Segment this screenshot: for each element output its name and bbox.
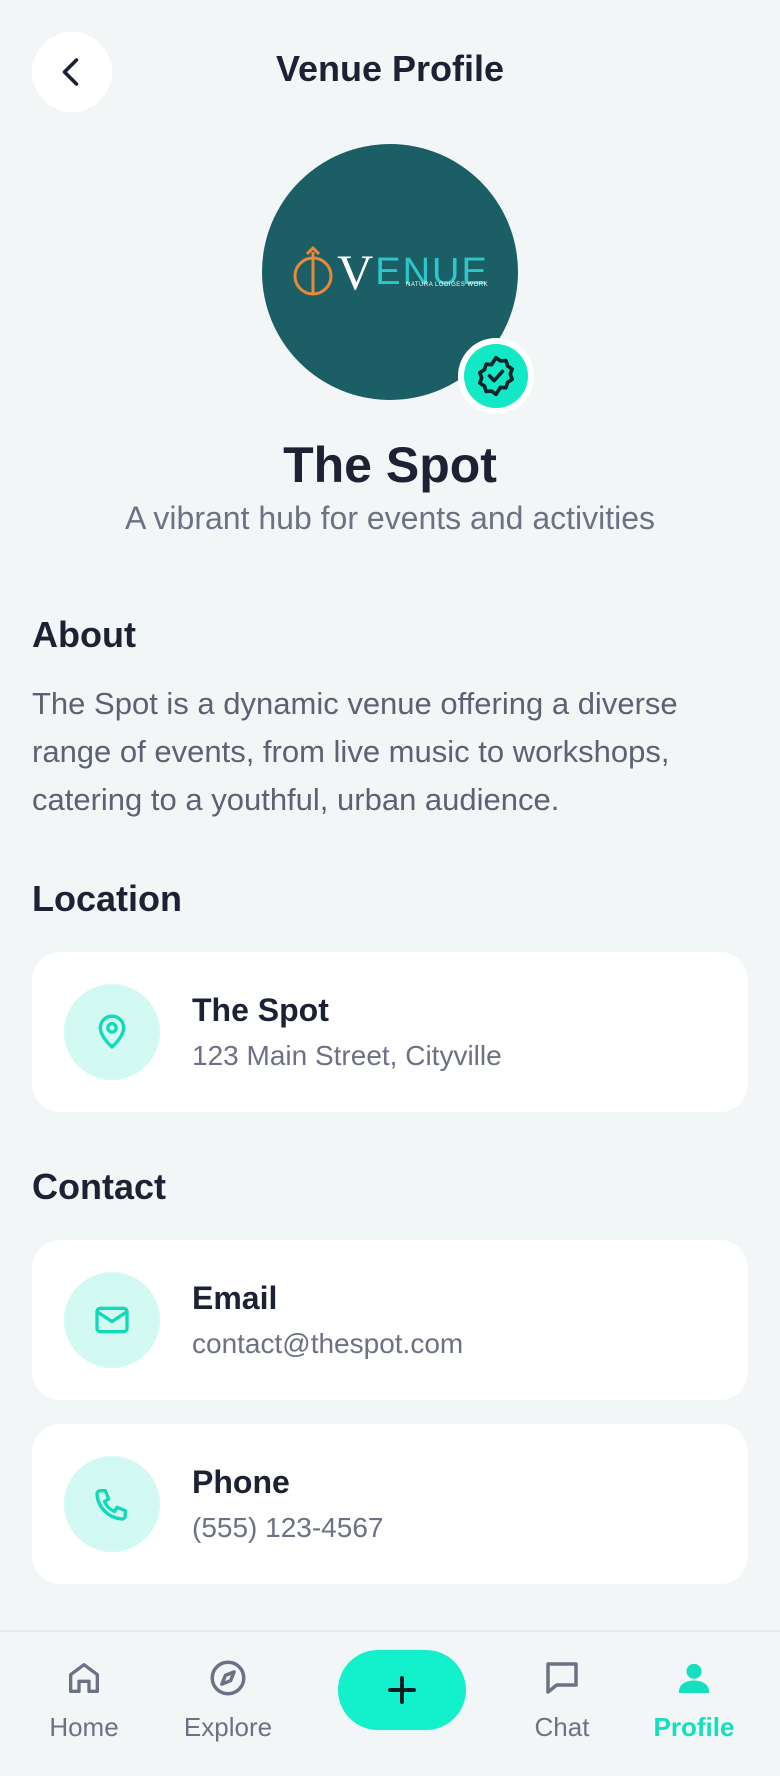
add-button[interactable] — [338, 1650, 466, 1730]
location-card[interactable]: The Spot 123 Main Street, Cityville — [32, 952, 748, 1112]
phone-card[interactable]: Phone (555) 123-4567 — [32, 1424, 748, 1584]
location-icon-circle — [64, 984, 160, 1080]
logo-letter-v: V — [337, 244, 374, 300]
nav-item-explore[interactable]: Explore — [158, 1648, 298, 1758]
mail-icon — [95, 1306, 129, 1334]
location-address: 123 Main Street, Cityville — [192, 1040, 502, 1071]
location-heading: Location — [32, 878, 182, 919]
contact-heading: Contact — [32, 1166, 166, 1207]
location-name: The Spot — [192, 992, 329, 1028]
email-label: Email — [192, 1280, 278, 1316]
pen-nib-icon — [293, 246, 333, 296]
nav-label-chat: Chat — [534, 1712, 590, 1742]
user-icon — [679, 1663, 709, 1693]
phone-value[interactable]: (555) 123-4567 — [192, 1512, 383, 1544]
venue-name: The Spot — [283, 437, 497, 493]
phone-label: Phone — [192, 1464, 290, 1500]
page-title: Venue Profile — [275, 48, 505, 89]
logo-subtext: NATURA LODIGES WORK — [406, 282, 489, 288]
bottom-nav: Home Explore Chat Profile — [0, 1630, 780, 1776]
phone-icon-circle — [64, 1456, 160, 1552]
verified-badge-icon — [478, 355, 514, 397]
email-icon-circle — [64, 1272, 160, 1368]
home-icon — [69, 1663, 100, 1693]
nav-item-home[interactable]: Home — [14, 1648, 154, 1758]
venue-avatar-wrapper: V ENUE NATURA LODIGES WORK — [262, 144, 534, 414]
plus-icon — [388, 1676, 416, 1704]
about-text: The Spot is a dynamic venue offering a d… — [32, 686, 678, 817]
email-value[interactable]: contact@thespot.com — [192, 1328, 463, 1360]
about-heading: About — [32, 614, 136, 655]
nav-item-chat[interactable]: Chat — [492, 1648, 632, 1758]
map-pin-icon — [98, 1014, 126, 1049]
phone-icon — [95, 1489, 128, 1521]
email-card[interactable]: Email contact@thespot.com — [32, 1240, 748, 1400]
nav-label-explore: Explore — [183, 1712, 273, 1742]
venue-logo-mark: V ENUE — [291, 243, 489, 301]
chat-icon — [546, 1662, 578, 1694]
verified-badge — [458, 338, 534, 414]
header: Venue Profile — [0, 0, 780, 150]
nav-item-profile[interactable]: Profile — [624, 1648, 764, 1758]
compass-icon — [210, 1660, 246, 1696]
nav-label-profile: Profile — [653, 1712, 735, 1742]
venue-tagline: A vibrant hub for events and activities — [124, 500, 656, 536]
nav-label-home: Home — [49, 1712, 119, 1742]
